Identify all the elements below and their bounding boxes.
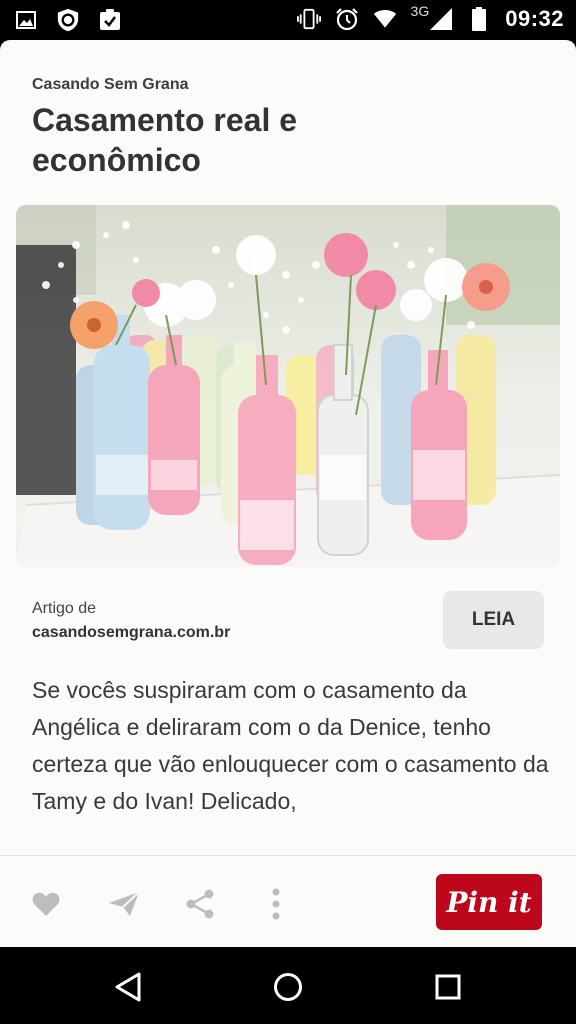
pin-image[interactable]: [16, 205, 560, 567]
description-fade: [0, 820, 576, 852]
pin-description: Se vocês suspiraram com o casamento da A…: [32, 677, 549, 814]
article-label: Artigo de: [32, 600, 97, 617]
navigation-bar: [0, 947, 576, 1024]
clock: 09:32: [505, 6, 564, 31]
back-icon[interactable]: [110, 969, 146, 1005]
pin-source[interactable]: Casando Sem Grana: [32, 76, 189, 94]
share-icon[interactable]: [182, 886, 218, 922]
pin-title: Casamento real e econômico: [32, 102, 298, 178]
network-type: 3G: [410, 3, 430, 19]
battery-icon: [467, 7, 491, 31]
send-icon[interactable]: [106, 886, 142, 922]
article-domain[interactable]: casandosemgrana.com.br: [32, 624, 230, 642]
read-button[interactable]: LEIA: [443, 591, 544, 649]
signal-icon: [429, 7, 453, 31]
home-icon[interactable]: [270, 969, 306, 1005]
pin-it-button[interactable]: Pin it: [436, 874, 542, 930]
status-bar: 3G 09:32: [0, 0, 576, 40]
heart-icon[interactable]: [28, 886, 64, 922]
recents-icon[interactable]: [430, 969, 466, 1005]
action-bar: Pin it: [0, 855, 576, 947]
clipboard-check-icon: [98, 8, 122, 32]
wifi-icon: [373, 7, 397, 31]
image-icon: [14, 8, 38, 32]
shield-icon: [56, 8, 80, 32]
more-vertical-icon[interactable]: [258, 886, 294, 922]
alarm-icon: [335, 7, 359, 31]
pin-card: Casando Sem Grana Casamento real e econô…: [0, 40, 576, 947]
vibrate-icon: [296, 7, 321, 31]
